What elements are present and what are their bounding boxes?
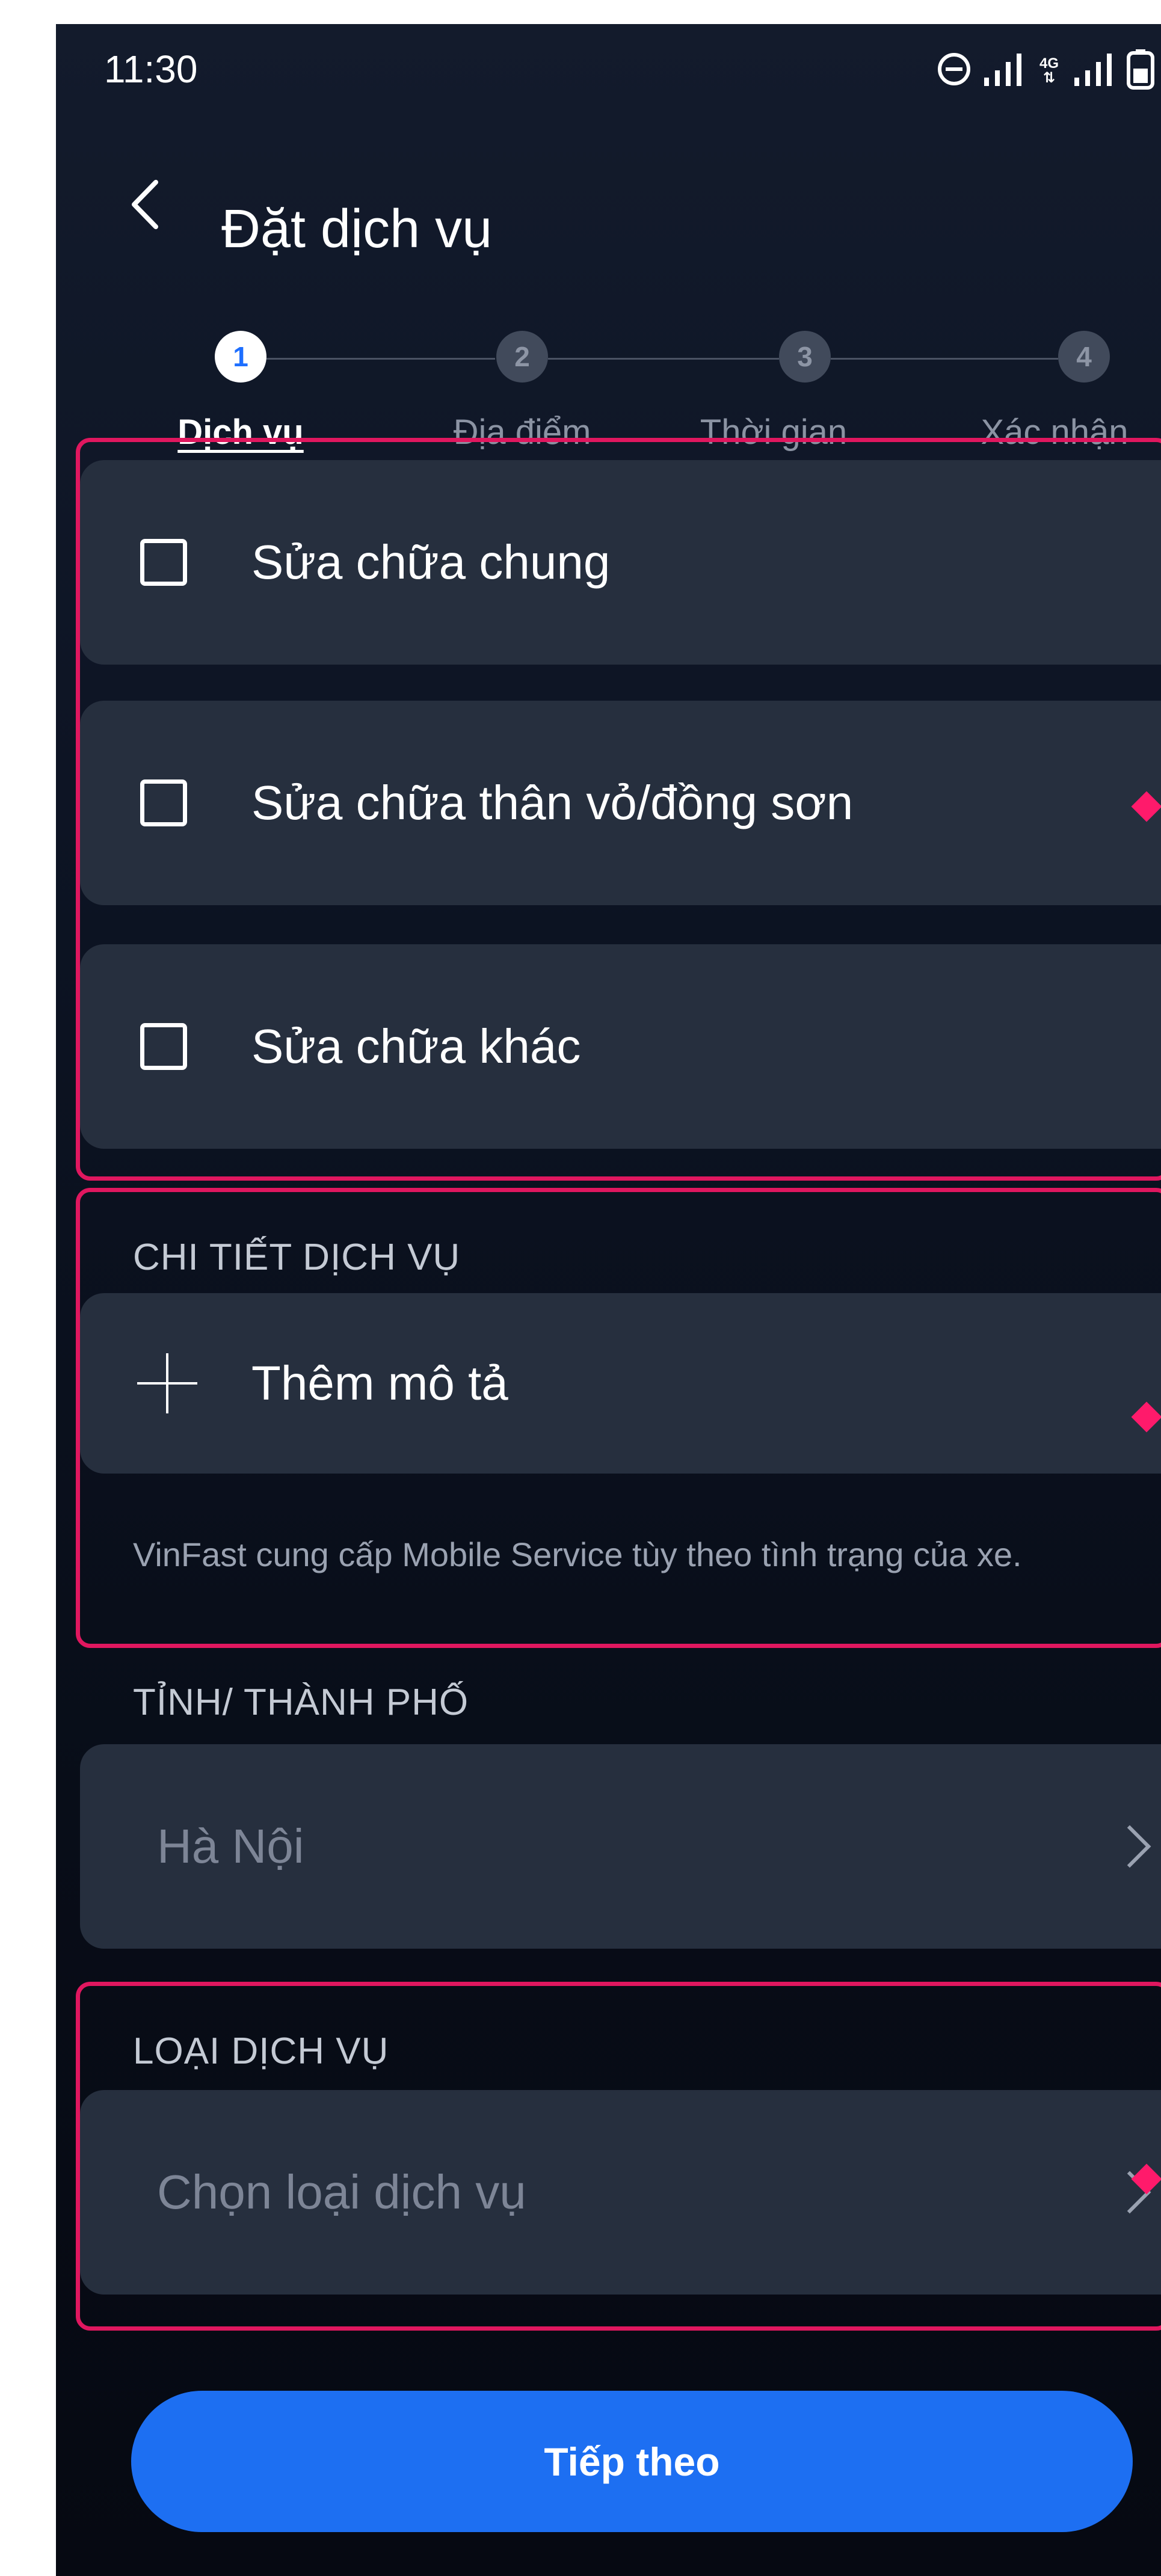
plus-icon: [137, 1353, 197, 1413]
city-value: Hà Nội: [157, 1819, 304, 1873]
service-type-select[interactable]: Chọn loại dịch vụ: [80, 2090, 1161, 2295]
app-screen: 11:30 4G ⇅ Đặt dịch vụ 1 2 3 4 Dịch vụ Đị…: [56, 24, 1161, 2576]
step-3[interactable]: 3: [779, 331, 831, 383]
status-icons: 4G ⇅: [936, 48, 1155, 93]
add-description-button[interactable]: Thêm mô tả: [80, 1293, 1161, 1474]
back-button[interactable]: [127, 177, 163, 232]
4g-icon: 4G ⇅: [1039, 55, 1059, 86]
signal-icon: [1073, 51, 1115, 90]
status-time: 11:30: [104, 48, 198, 91]
add-description-label: Thêm mô tả: [251, 1356, 508, 1410]
service-option-body-paint-repair[interactable]: Sửa chữa thân vỏ/đồng sơn: [80, 701, 1161, 905]
service-option-other-repair[interactable]: Sửa chữa khác: [80, 944, 1161, 1149]
page-title: Đặt dịch vụ: [221, 199, 493, 259]
step-label-location: Địa điểm: [453, 413, 591, 452]
details-section-label: CHI TIẾT DỊCH VỤ: [133, 1237, 461, 1278]
chevron-left-icon: [132, 180, 158, 229]
step-connector: [548, 358, 779, 360]
service-option-label: Sửa chữa chung: [251, 535, 611, 589]
signal-icon: [983, 51, 1025, 90]
step-label-service: Dịch vụ: [177, 413, 304, 452]
battery-icon: [1126, 48, 1155, 93]
service-option-label: Sửa chữa khác: [251, 1019, 581, 1073]
service-note: VinFast cung cấp Mobile Service tùy theo…: [133, 1535, 1022, 1573]
checkbox[interactable]: [140, 539, 187, 586]
city-section-label: TỈNH/ THÀNH PHỐ: [133, 1682, 469, 1723]
step-2[interactable]: 2: [496, 331, 548, 383]
service-type-section-label: LOẠI DỊCH VỤ: [133, 2030, 389, 2072]
step-connector: [831, 358, 1058, 360]
service-option-label: Sửa chữa thân vỏ/đồng sơn: [251, 776, 854, 829]
step-label-time: Thời gian: [700, 413, 848, 452]
step-connector: [266, 358, 495, 360]
do-not-disturb-icon: [936, 51, 972, 90]
network-label: 4G: [1039, 55, 1059, 72]
progress-stepper: 1 2 3 4 Dịch vụ Địa điểm Thời gian Xác n…: [56, 307, 1161, 469]
chevron-right-icon: [1108, 1825, 1151, 1868]
city-select[interactable]: Hà Nội: [80, 1744, 1161, 1949]
next-button[interactable]: Tiếp theo: [131, 2391, 1133, 2532]
step-label-confirm: Xác nhận: [981, 413, 1129, 452]
service-option-general-repair[interactable]: Sửa chữa chung: [80, 460, 1161, 665]
step-1[interactable]: 1: [215, 331, 266, 383]
checkbox[interactable]: [140, 779, 187, 826]
checkbox[interactable]: [140, 1023, 187, 1070]
step-4[interactable]: 4: [1058, 331, 1110, 383]
service-type-placeholder: Chọn loại dịch vụ: [157, 2165, 526, 2219]
